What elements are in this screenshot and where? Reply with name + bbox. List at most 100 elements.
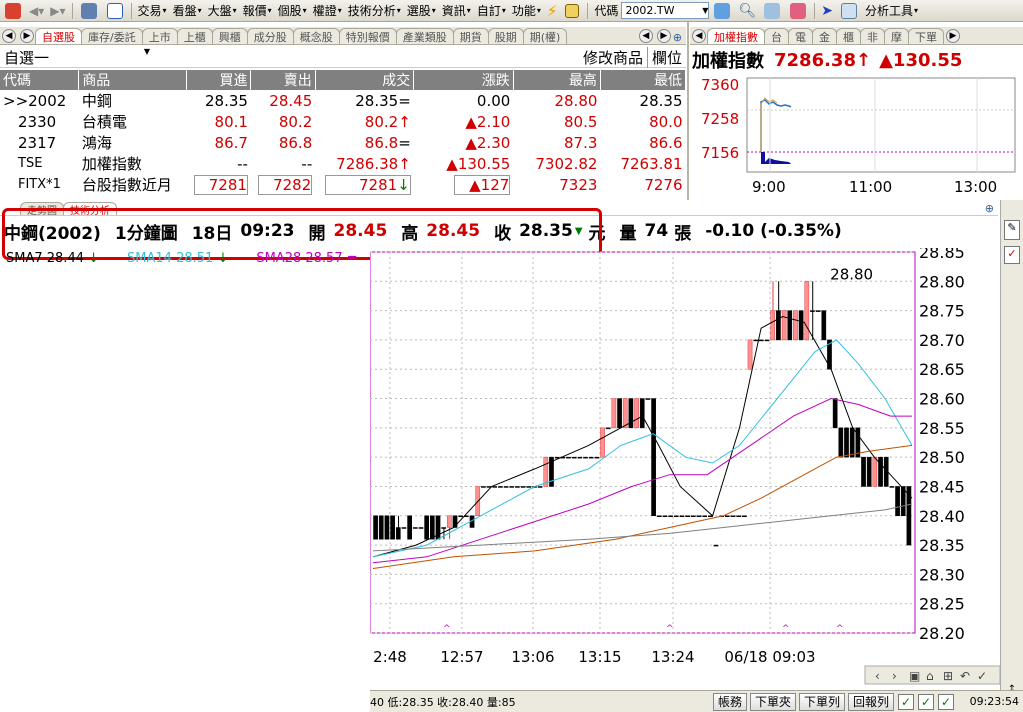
sma-legend-item[interactable]: SMA28 28.57 =: [256, 251, 357, 269]
zoom-icon[interactable]: ⊕: [673, 31, 682, 44]
check-icon[interactable]: ✓: [918, 693, 935, 710]
table-row[interactable]: 2330 台積電 80.1 80.2 80.2↑ ▲2.10 80.5 80.0: [0, 111, 686, 132]
back-icon[interactable]: ◀▾: [26, 1, 47, 21]
sidebar-tab-icon[interactable]: ✎: [1004, 220, 1020, 240]
tab-left[interactable]: 庫存/委託: [81, 28, 143, 44]
table-row[interactable]: FITX*1 台股指數近月 7281 7282 7281↓ ▲127 7323 …: [0, 174, 686, 195]
tab-right[interactable]: 電: [788, 28, 813, 44]
tab-left[interactable]: 期貨: [452, 28, 489, 44]
col-high[interactable]: 最高: [513, 70, 601, 90]
chart-tool-icon[interactable]: ✓: [977, 669, 987, 683]
window-icon[interactable]: [560, 1, 584, 21]
pointer-icon[interactable]: ➤: [818, 1, 836, 21]
table-row[interactable]: 2317 鴻海 86.7 86.8 86.8= ▲2.30 87.3 86.6: [0, 132, 686, 153]
order-bar-button[interactable]: 下單列: [799, 692, 846, 711]
order-folder-button[interactable]: 下單夾: [750, 692, 797, 711]
tab-next-icon[interactable]: ▶: [20, 29, 34, 43]
chart-tool-icon[interactable]: ‹: [875, 669, 880, 683]
row-bid[interactable]: 86.7: [187, 132, 251, 153]
menu-item[interactable]: 看盤 ▾: [170, 1, 205, 21]
table-row[interactable]: TSE 加權指數 -- -- 7286.38↑ ▲130.55 7302.82 …: [0, 153, 686, 174]
tab-left[interactable]: 自選股: [35, 28, 82, 44]
chart-tool-icon[interactable]: ↶: [960, 669, 970, 683]
row-ask[interactable]: 80.2: [251, 111, 315, 132]
panel-splitter[interactable]: [687, 22, 689, 200]
tab-scroll-left-icon[interactable]: ◀: [638, 29, 653, 43]
modify-button[interactable]: 修改商品: [579, 47, 647, 68]
menu-item[interactable]: 大盤 ▾: [205, 1, 240, 21]
alert-icon[interactable]: [785, 1, 811, 21]
home-icon[interactable]: [0, 1, 26, 21]
row-bid[interactable]: 28.35: [187, 90, 251, 111]
tab-right[interactable]: 加權指數: [707, 28, 765, 44]
sidebar-check-icon[interactable]: ✓: [1004, 246, 1020, 264]
menu-item[interactable]: 功能 ▾: [509, 1, 544, 21]
col-name[interactable]: 商品: [78, 70, 188, 90]
tab-prev-icon[interactable]: ◀: [2, 29, 16, 43]
col-change[interactable]: 漲跌: [413, 70, 514, 90]
analysis-tools-menu[interactable]: 分析工具 ▾: [862, 1, 921, 21]
menu-item[interactable]: 自訂 ▾: [474, 1, 509, 21]
tab-left[interactable]: 期(權): [522, 28, 568, 44]
tools-icon[interactable]: [759, 1, 785, 21]
tab-right[interactable]: 非: [860, 28, 885, 44]
tab-right[interactable]: 台: [764, 28, 789, 44]
report-bar-button[interactable]: 回報列: [848, 692, 895, 711]
tab-right[interactable]: 櫃: [836, 28, 861, 44]
chart-tool-icon[interactable]: ⌂: [926, 669, 934, 683]
menu-item[interactable]: 交易 ▾: [135, 1, 170, 21]
check-icon[interactable]: ✓: [898, 693, 915, 710]
menu-item[interactable]: 技術分析 ▾: [345, 1, 404, 21]
col-ask[interactable]: 賣出: [250, 70, 316, 90]
menu-item[interactable]: 個股 ▾: [275, 1, 310, 21]
col-last[interactable]: 成交: [315, 70, 415, 90]
sma-legend-item[interactable]: SMA7 28.44 ↓: [6, 251, 99, 269]
chart-zoom-icon[interactable]: ⊕: [985, 202, 994, 215]
popout-icon[interactable]: [102, 1, 128, 21]
tab-scroll-right-icon[interactable]: ▶: [656, 29, 671, 43]
check-icon[interactable]: ✓: [938, 693, 955, 710]
row-ask[interactable]: --: [251, 153, 315, 174]
print-icon[interactable]: [76, 1, 102, 21]
tab-left[interactable]: 股期: [487, 28, 524, 44]
watchlist-select[interactable]: 自選一 ▼: [0, 47, 150, 68]
lightning-icon[interactable]: ⚡: [544, 1, 561, 21]
row-bid[interactable]: --: [187, 153, 251, 174]
table-row[interactable]: >>2002 中鋼 28.35 28.45 28.35= 0.00 28.80 …: [0, 90, 686, 111]
tab-left[interactable]: 成分股: [246, 28, 294, 44]
tab-left[interactable]: 概念股: [292, 28, 340, 44]
row-ask[interactable]: 86.8: [251, 132, 315, 153]
forward-icon[interactable]: ▶▾: [47, 1, 68, 21]
menu-item[interactable]: 權證 ▾: [310, 1, 345, 21]
col-low[interactable]: 最低: [600, 70, 687, 90]
tab-right[interactable]: 摩: [884, 28, 909, 44]
tab-left[interactable]: 特別報價: [338, 28, 397, 44]
row-ask[interactable]: 7282: [258, 174, 313, 195]
row-ask[interactable]: 28.45: [251, 90, 315, 111]
price-chart[interactable]: 28.85 28.80 28.75 28.70 28.65 28.60 28.55 28.50…: [369, 243, 1001, 690]
tab-left[interactable]: 上櫃: [176, 28, 213, 44]
row-bid[interactable]: 80.1: [187, 111, 251, 132]
chart-tool-icon[interactable]: ›: [892, 669, 897, 683]
code-input[interactable]: 2002.TW ▼: [621, 2, 710, 19]
sma-legend-item[interactable]: SMA14 28.51 ↓: [127, 251, 228, 269]
right-tab-next-icon[interactable]: ▶: [946, 29, 960, 43]
tab-left[interactable]: 上市: [141, 28, 178, 44]
tab-left[interactable]: 產業類股: [395, 28, 454, 44]
chart-tool-icon[interactable]: ⊞: [943, 669, 953, 683]
tab-right[interactable]: 下單: [908, 28, 944, 44]
analysis-tools-icon[interactable]: [836, 1, 862, 21]
col-bid[interactable]: 買進: [186, 70, 252, 90]
chart-tool-icon[interactable]: ▣: [909, 669, 920, 683]
account-button[interactable]: 帳務: [713, 692, 748, 711]
col-code[interactable]: 代碼: [0, 70, 80, 90]
menu-item[interactable]: 選股 ▾: [404, 1, 439, 21]
tab-right[interactable]: 金: [812, 28, 837, 44]
menu-item[interactable]: 資訊 ▾: [439, 1, 474, 21]
search-icon[interactable]: 🔍︎: [735, 1, 759, 21]
row-bid[interactable]: 7281: [193, 174, 248, 195]
right-tab-prev-icon[interactable]: ◀: [692, 29, 706, 43]
tab-left[interactable]: 興櫃: [211, 28, 248, 44]
stock-search-icon[interactable]: [709, 1, 735, 21]
column-button[interactable]: 欄位: [646, 46, 686, 68]
